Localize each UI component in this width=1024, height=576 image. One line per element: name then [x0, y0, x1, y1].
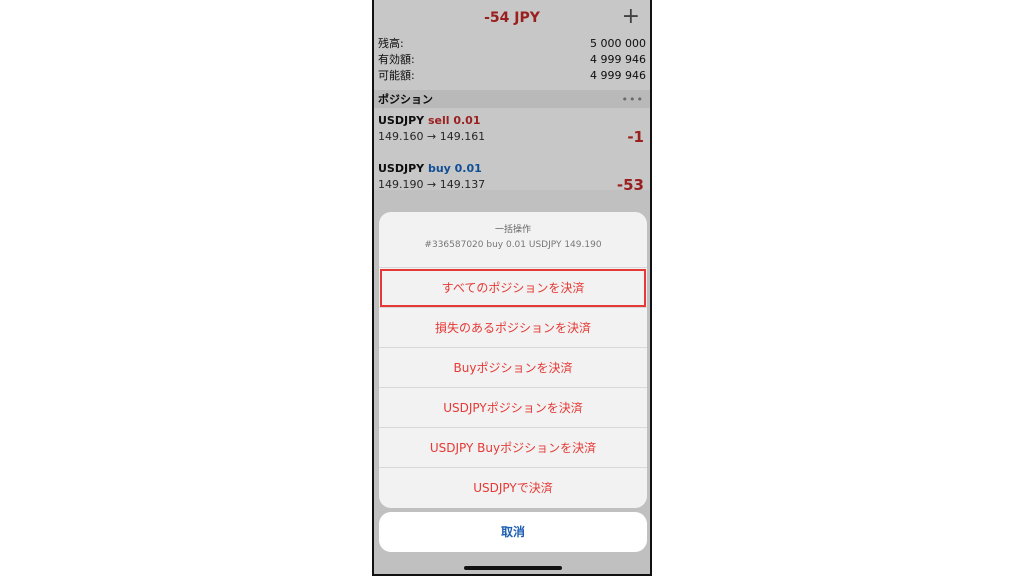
bulk-action-sheet: 一括操作 #336587020 buy 0.01 USDJPY 149.190 … — [379, 212, 647, 508]
close-buy-positions-button[interactable]: Buyポジションを決済 — [379, 348, 647, 388]
close-losing-positions-button[interactable]: 損失のあるポジションを決済 — [379, 308, 647, 348]
close-by-usdjpy-button[interactable]: USDJPYで決済 — [379, 468, 647, 508]
home-indicator[interactable] — [464, 566, 562, 570]
close-usdjpy-positions-button[interactable]: USDJPYポジションを決済 — [379, 388, 647, 428]
close-usdjpy-buy-positions-button[interactable]: USDJPY Buyポジションを決済 — [379, 428, 647, 468]
close-all-positions-button[interactable]: すべてのポジションを決済 — [379, 268, 647, 308]
action-sheet-title: 一括操作 — [494, 225, 531, 235]
phone-screen: -54 JPY + 残高: 5 000 000 有効額: 4 999 946 可… — [372, 0, 652, 576]
cancel-button[interactable]: 取消 — [379, 512, 647, 552]
action-sheet-subtitle: #336587020 buy 0.01 USDJPY 149.190 — [424, 240, 602, 250]
action-sheet-header: 一括操作 #336587020 buy 0.01 USDJPY 149.190 — [379, 212, 647, 268]
